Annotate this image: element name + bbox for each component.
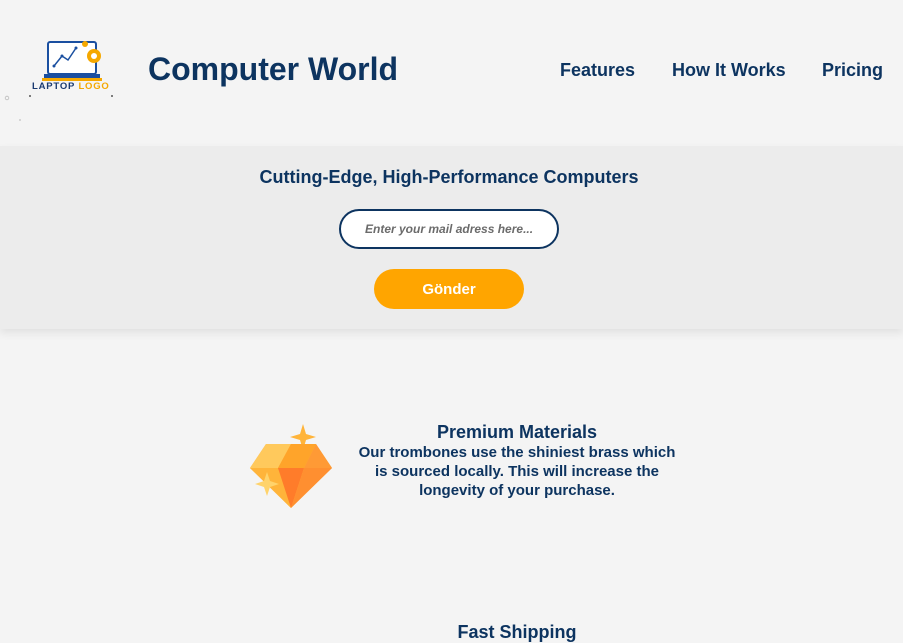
site-header: LAPTOP LOGO Computer World Features How … bbox=[0, 0, 903, 146]
email-input[interactable] bbox=[339, 209, 559, 249]
feature-description: Our trombones use the shiniest brass whi… bbox=[358, 444, 676, 499]
main-nav: Features How It Works Pricing bbox=[0, 60, 903, 84]
hero-section: Cutting-Edge, High-Performance Computers… bbox=[0, 146, 903, 329]
feature-title: Fast Shipping bbox=[457, 622, 577, 642]
submit-button[interactable]: Gönder bbox=[374, 269, 524, 309]
nav-link-how-it-works[interactable]: How It Works bbox=[672, 60, 786, 81]
hero-title: Cutting-Edge, High-Performance Computers bbox=[259, 167, 639, 187]
nav-link-pricing[interactable]: Pricing bbox=[822, 60, 883, 81]
nav-link-features[interactable]: Features bbox=[560, 60, 635, 81]
feature-title: Premium Materials bbox=[436, 422, 598, 442]
diamond-icon bbox=[248, 424, 334, 510]
